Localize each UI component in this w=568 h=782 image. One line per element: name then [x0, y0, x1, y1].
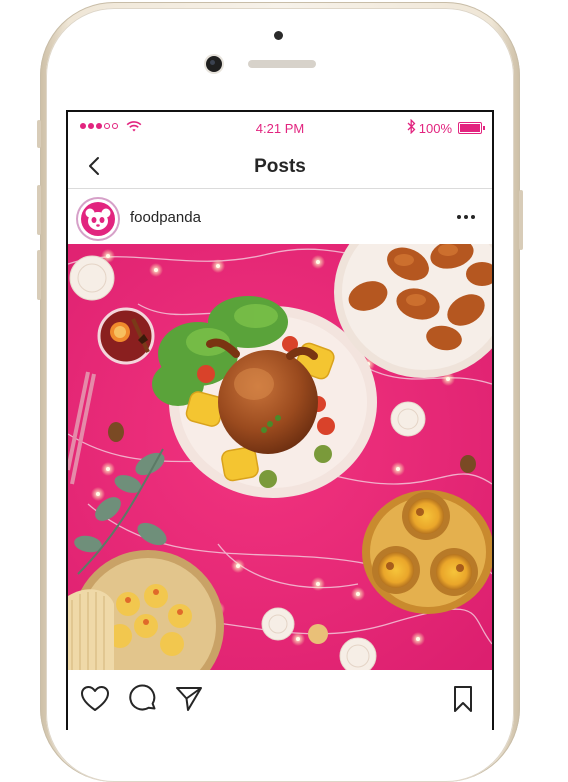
page-title: Posts: [254, 156, 306, 177]
bookmark-icon[interactable]: [448, 684, 478, 714]
power-button: [519, 190, 523, 250]
screen: 4:21 PM 100% Posts foodpanda: [66, 110, 494, 730]
battery-percentage: 100%: [418, 121, 452, 136]
post-photo[interactable]: [68, 244, 492, 670]
navigation-bar: Posts: [68, 144, 492, 189]
post-username[interactable]: foodpanda: [130, 209, 201, 226]
post-header: foodpanda: [68, 189, 492, 245]
post-actions: [68, 678, 492, 718]
avatar[interactable]: [78, 199, 118, 239]
volume-down-button: [37, 250, 41, 300]
bluetooth-icon: [407, 119, 416, 134]
proximity-sensor: [274, 31, 283, 40]
status-bar: 4:21 PM 100%: [68, 112, 492, 144]
more-horizontal-icon[interactable]: [454, 207, 478, 227]
volume-up-button: [37, 185, 41, 235]
side-button: [37, 120, 41, 148]
front-camera: [206, 56, 222, 72]
send-icon[interactable]: [174, 684, 204, 714]
earpiece-speaker: [248, 60, 316, 68]
panda-logo-icon: [81, 202, 115, 236]
instagram-app: 4:21 PM 100% Posts foodpanda: [68, 112, 492, 730]
heart-icon[interactable]: [80, 684, 110, 714]
comment-icon[interactable]: [128, 684, 158, 714]
battery-icon: [458, 122, 485, 134]
